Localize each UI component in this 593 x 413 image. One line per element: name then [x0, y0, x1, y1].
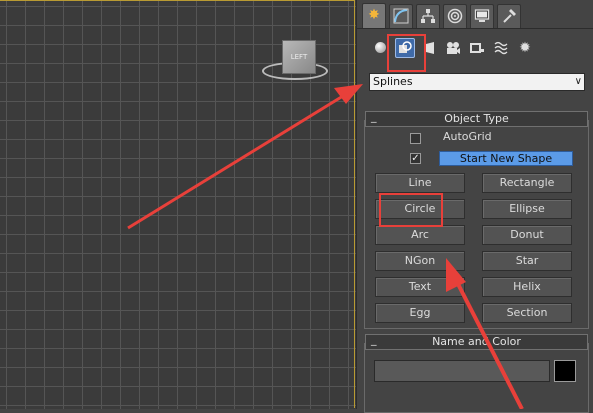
category-systems[interactable]: ✹ [515, 38, 535, 58]
donut-button[interactable]: Donut [482, 225, 572, 245]
collapse-icon: _ [371, 110, 377, 123]
category-geometry[interactable] [370, 38, 390, 58]
checkmark-icon: ✓ [411, 153, 420, 164]
gear-icon: ✹ [519, 40, 531, 56]
display-tab[interactable] [470, 4, 494, 28]
category-helpers[interactable] [467, 38, 487, 58]
monitor-icon [474, 9, 490, 22]
motion-tab[interactable] [443, 4, 467, 28]
helix-button[interactable]: Helix [482, 277, 572, 297]
modify-curve-icon [393, 8, 409, 24]
viewcube[interactable]: LEFT [262, 38, 328, 82]
light-icon [426, 42, 434, 54]
hammer-icon [503, 9, 516, 23]
ngon-button[interactable]: NGon [375, 251, 465, 271]
name-and-color-title: Name and Color [432, 335, 521, 348]
helper-tape-icon [470, 43, 484, 53]
camera-icon [447, 42, 460, 54]
object-type-header[interactable]: _ Object Type [365, 110, 588, 127]
motion-circle-icon [447, 8, 463, 24]
ellipse-button[interactable]: Ellipse [482, 199, 572, 219]
object-color-swatch[interactable] [554, 360, 576, 382]
name-and-color-rollout: _ Name and Color [364, 333, 589, 413]
hierarchy-tab[interactable] [416, 4, 440, 28]
sphere-icon [374, 42, 386, 53]
object-name-input[interactable] [374, 360, 550, 382]
create-tab[interactable]: ✸ [362, 3, 386, 29]
tab-divider [357, 28, 593, 29]
name-and-color-header[interactable]: _ Name and Color [365, 333, 588, 350]
category-cameras[interactable] [443, 38, 463, 58]
circle-button[interactable]: Circle [375, 199, 465, 219]
start-new-shape-button[interactable]: Start New Shape [439, 151, 573, 166]
autogrid-label: AutoGrid [443, 130, 492, 143]
utilities-tab[interactable] [497, 4, 521, 28]
modify-tab[interactable] [389, 4, 413, 28]
dropdown-value: Splines [373, 75, 413, 88]
chevron-down-icon: ∨ [574, 76, 582, 87]
egg-button[interactable]: Egg [375, 303, 465, 323]
category-lights[interactable] [420, 38, 440, 58]
object-category-dropdown[interactable]: Splines ∨ [369, 73, 585, 91]
category-space-warps[interactable] [492, 38, 512, 58]
rectangle-button[interactable]: Rectangle [482, 173, 572, 193]
line-button[interactable]: Line [375, 173, 465, 193]
viewport[interactable]: LEFT [0, 0, 356, 409]
shapes-icon [399, 41, 412, 53]
text-button[interactable]: Text [375, 277, 465, 297]
section-button[interactable]: Section [482, 303, 572, 323]
viewcube-face[interactable]: LEFT [282, 40, 316, 74]
wave-icon [494, 41, 508, 55]
object-type-title: Object Type [444, 112, 509, 125]
collapse-icon: _ [371, 333, 377, 346]
autogrid-checkbox[interactable] [410, 133, 421, 144]
command-panel: ✸ ✹ Splines ∨ _ Object Type AutoGrid ✓ S… [356, 0, 593, 413]
hierarchy-icon [421, 9, 435, 23]
category-shapes[interactable] [395, 38, 415, 58]
star-button[interactable]: Star [482, 251, 572, 271]
sun-star-icon: ✸ [368, 7, 380, 23]
arc-button[interactable]: Arc [375, 225, 465, 245]
object-type-rollout: _ Object Type AutoGrid ✓ Start New Shape… [364, 110, 589, 329]
start-new-shape-checkbox[interactable]: ✓ [410, 153, 421, 164]
